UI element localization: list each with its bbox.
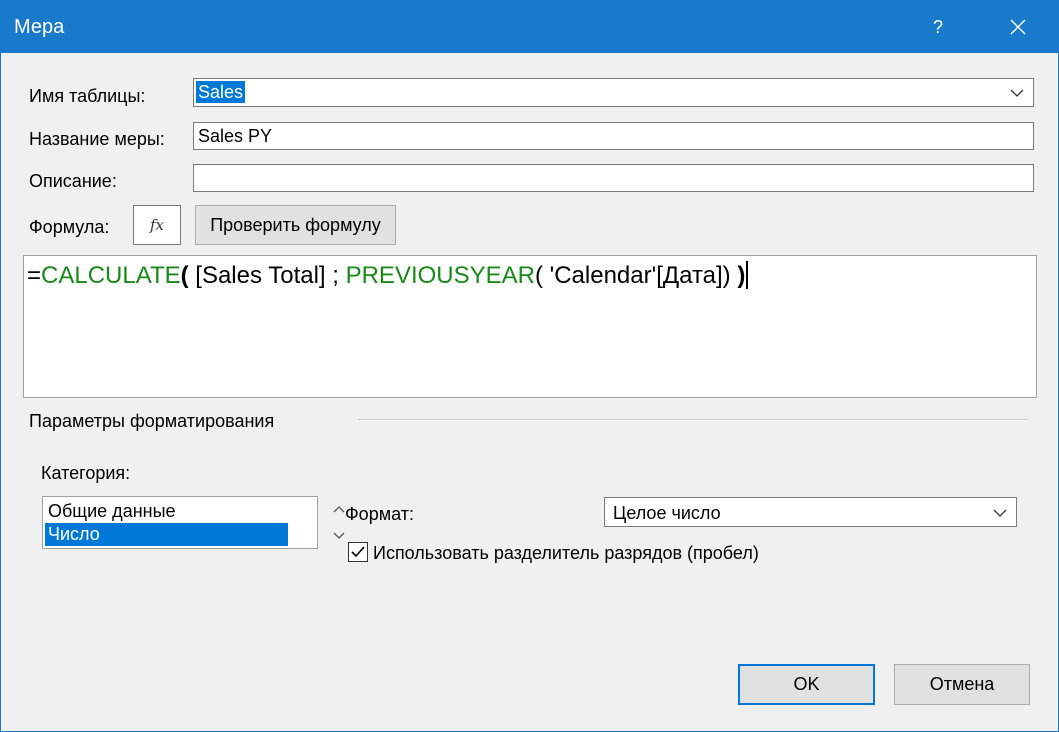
scroll-down-icon[interactable] (328, 523, 350, 548)
close-icon (1010, 19, 1026, 35)
chevron-down-icon (993, 509, 1007, 517)
insert-function-button[interactable]: fx (133, 205, 181, 245)
measure-name-input[interactable] (193, 122, 1034, 150)
check-formula-button[interactable]: Проверить формулу (195, 205, 396, 245)
thousands-separator-label[interactable]: Использовать разделитель разрядов (пробе… (373, 543, 759, 564)
format-combobox[interactable]: Целое число (604, 497, 1017, 527)
help-icon: ? (932, 17, 943, 37)
formula-paren-open: ( (180, 262, 189, 289)
description-label: Описание: (29, 171, 117, 191)
close-button[interactable] (999, 1, 1037, 53)
formula-label: Формула: (29, 217, 110, 237)
dialog-title: Мера (14, 16, 65, 38)
measure-name-label: Название меры: (29, 129, 165, 149)
category-listbox[interactable]: Общие данные Число (42, 496, 350, 549)
text-caret (746, 261, 749, 289)
title-bar: Мера ? (1, 1, 1058, 53)
formula-function-calculate: CALCULATE (41, 262, 181, 289)
thousands-separator-checkbox[interactable] (348, 542, 368, 562)
table-name-combobox[interactable]: Sales (193, 78, 1034, 107)
format-value: Целое число (613, 503, 721, 523)
formula-text: =CALCULATE( [Sales Total] ; PREVIOUSYEAR… (27, 261, 749, 290)
formula-arg-calendar: ( 'Calendar'[Дата]) (534, 262, 738, 289)
help-button[interactable]: ? (919, 1, 957, 53)
formula-equals: = (27, 262, 42, 289)
function-icon: fx (149, 216, 164, 234)
formula-paren-close: ) (737, 262, 746, 289)
chevron-down-icon (1010, 89, 1024, 97)
description-input[interactable] (193, 164, 1034, 192)
group-divider (358, 419, 1027, 421)
format-label: Формат: (345, 504, 414, 524)
table-name-label: Имя таблицы: (29, 86, 146, 106)
table-name-value: Sales (196, 81, 246, 103)
cancel-button[interactable]: Отмена (894, 664, 1030, 705)
ok-button[interactable]: OK (738, 664, 875, 705)
category-label: Категория: (41, 463, 131, 483)
measure-dialog: Мера ? Имя таблицы: Sales Название меры:… (0, 0, 1059, 732)
formatting-group-label: Параметры форматирования (29, 411, 275, 431)
formula-function-previousyear: PREVIOUSYEAR (345, 262, 535, 289)
checkmark-icon (351, 546, 365, 558)
formula-arg-sales-total: [Sales Total] ; (188, 262, 346, 289)
category-item-number[interactable]: Число (45, 523, 288, 546)
category-item-general[interactable]: Общие данные (45, 500, 288, 523)
formula-editor[interactable]: =CALCULATE( [Sales Total] ; PREVIOUSYEAR… (23, 255, 1037, 398)
